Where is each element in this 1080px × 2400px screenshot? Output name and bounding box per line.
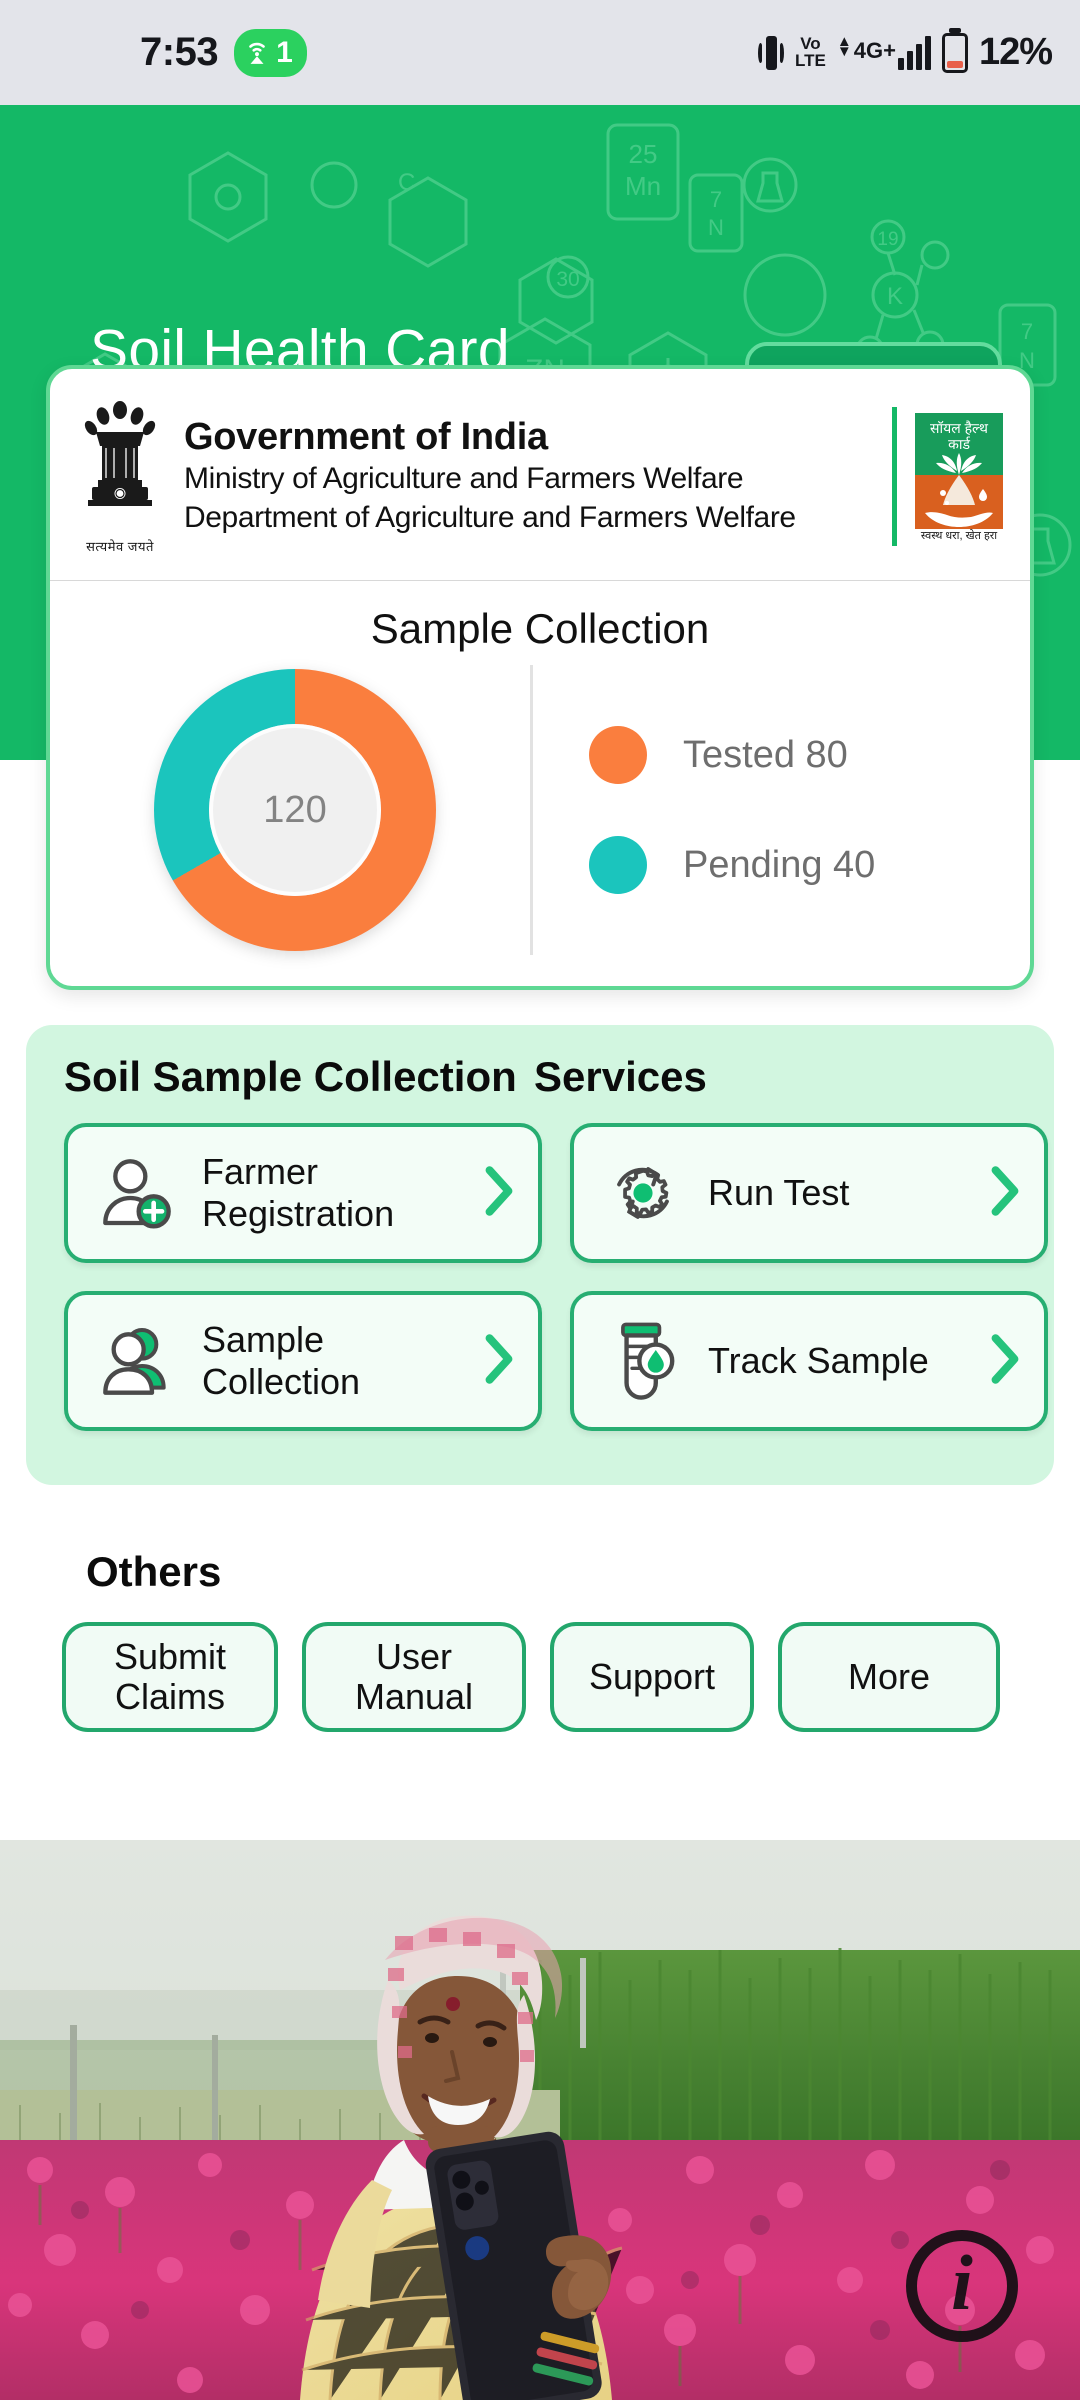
- gov-line-1: Government of India: [184, 415, 548, 458]
- svg-text:7: 7: [710, 187, 722, 212]
- chart-title: Sample Collection: [370, 605, 710, 652]
- data-arrows-icon: ▲ ▼: [836, 32, 852, 60]
- users-icon: [94, 1318, 180, 1404]
- donut-center-value: 120: [263, 788, 327, 831]
- svg-text:स्वस्थ धरा, खेत हरा: स्वस्थ धरा, खेत हरा: [920, 529, 996, 541]
- status-bar: 7:53 1 Vo LTE ▲ ▼ 4G+ 12%: [0, 0, 1080, 105]
- ashoka-emblem-icon: [84, 401, 156, 506]
- svg-text:Mn: Mn: [625, 171, 661, 201]
- test-tube-icon: [600, 1318, 686, 1404]
- donut-ring: 120: [154, 669, 436, 951]
- support-button[interactable]: Support: [550, 1622, 754, 1732]
- battery-percent: 12%: [978, 31, 1053, 73]
- tile-label-run-test: Run Test: [708, 1171, 850, 1213]
- heading-soil-sample-collection: Soil Sample Collection: [64, 1053, 517, 1100]
- services-panel: Soil Sample Collection Services Farmer R…: [26, 1025, 1054, 1485]
- ashoka-emblem: सत्यमेव जयते: [72, 398, 168, 555]
- chevron-right-icon: [988, 1164, 1022, 1223]
- farmer-hero-photo: i: [0, 1840, 1080, 2400]
- others-button-row: Submit Claims User Manual Support More: [62, 1622, 1018, 1732]
- status-bar-right: Vo LTE ▲ ▼ 4G+ 12%: [758, 31, 1053, 74]
- tile-label-track-sample: Track Sample: [708, 1339, 929, 1381]
- legend-color-swatch-pending: [589, 836, 647, 894]
- user-manual-button[interactable]: User Manual: [302, 1622, 526, 1732]
- legend-label-pending: Pending 40: [683, 843, 876, 886]
- svg-text:25: 25: [629, 139, 658, 169]
- gov-line-2: Ministry of Agriculture and Farmers Welf…: [184, 462, 744, 496]
- gov-line-3: Department of Agriculture and Farmers We…: [184, 501, 796, 535]
- gear-refresh-icon: [600, 1150, 686, 1236]
- donut-center: 120: [209, 724, 381, 896]
- soil-health-card-logo-icon: सॉयल हैल्थ कार्ड स्वस्थ धरा, खेत हरा: [914, 413, 1003, 542]
- hotspot-icon: [249, 42, 265, 64]
- info-glyph: i: [951, 2239, 973, 2326]
- chevron-right-icon: [482, 1332, 516, 1391]
- svg-text:19: 19: [877, 229, 898, 250]
- soil-health-card-logo: सॉयल हैल्थ कार्ड स्वस्थ धरा, खेत हरा: [892, 407, 1012, 546]
- status-time: 7:53: [140, 30, 219, 74]
- vibrate-icon: [758, 34, 785, 72]
- chart-legend: Tested 80 Pending 40: [530, 665, 1020, 955]
- chart-row: 120 Tested 80 Pending 40: [50, 665, 1030, 955]
- legend-item-tested: Tested 80: [589, 726, 1020, 784]
- tile-farmer-registration[interactable]: Farmer Registration: [64, 1123, 542, 1263]
- battery-icon: [941, 32, 968, 73]
- government-banner: सत्यमेव जयते Government of India Ministr…: [50, 369, 1030, 581]
- svg-text:कार्ड: कार्ड: [948, 436, 971, 452]
- tile-run-test[interactable]: Run Test: [570, 1123, 1048, 1263]
- signal-bars-icon: [897, 35, 931, 70]
- svg-text:C: C: [398, 169, 415, 196]
- network-type-label: 4G+: [853, 37, 896, 63]
- user-add-icon: [94, 1150, 180, 1236]
- chevron-right-icon: [482, 1164, 516, 1223]
- donut-chart: 120: [60, 669, 530, 951]
- submit-claims-button[interactable]: Submit Claims: [62, 1622, 278, 1732]
- service-tile-grid: Farmer Registration Run Test Sample Coll…: [64, 1123, 1048, 1431]
- legend-color-swatch-tested: [589, 726, 647, 784]
- svg-text:30: 30: [556, 268, 579, 291]
- volte-icon: Vo LTE: [795, 34, 826, 70]
- app-screen: 7:53 1 Vo LTE ▲ ▼ 4G+ 12% 30 C 25 Mn 7 N…: [0, 0, 1080, 2400]
- legend-item-pending: Pending 40: [589, 836, 1020, 894]
- svg-text:7: 7: [1021, 319, 1033, 344]
- svg-text:N: N: [708, 215, 724, 240]
- emblem-motto: सत्यमेव जयते: [86, 539, 154, 554]
- others-heading: Others: [86, 1548, 222, 1595]
- status-bar-left: 7:53 1: [140, 28, 307, 77]
- svg-text:K: K: [887, 283, 903, 310]
- tile-track-sample[interactable]: Track Sample: [570, 1291, 1048, 1431]
- tile-sample-collection[interactable]: Sample Collection: [64, 1291, 542, 1431]
- svg-text:सॉयल हैल्थ: सॉयल हैल्थ: [930, 420, 989, 436]
- network-indicator: ▲ ▼ 4G+: [836, 32, 931, 70]
- heading-services: Services: [534, 1053, 707, 1100]
- tile-label-sample-collection: Sample Collection: [202, 1318, 361, 1402]
- sample-collection-card: सत्यमेव जयते Government of India Ministr…: [46, 365, 1034, 990]
- panel-headings: Soil Sample Collection Services: [64, 1053, 1016, 1101]
- more-button[interactable]: More: [778, 1622, 1000, 1732]
- hotspot-count: 1: [276, 35, 293, 69]
- government-text: Government of India Ministry of Agricult…: [168, 416, 892, 538]
- tile-label-farmer-registration: Farmer Registration: [202, 1150, 395, 1234]
- info-button[interactable]: i: [906, 2230, 1018, 2342]
- hotspot-badge[interactable]: 1: [234, 28, 307, 77]
- legend-label-tested: Tested 80: [683, 733, 848, 776]
- chevron-right-icon: [988, 1332, 1022, 1391]
